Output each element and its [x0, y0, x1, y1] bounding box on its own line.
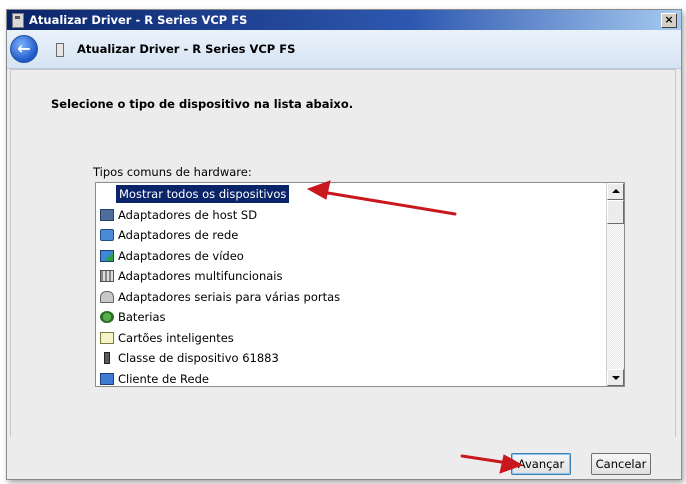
- list-item-label: Baterias: [118, 310, 166, 324]
- back-arrow-icon[interactable]: ←: [10, 35, 38, 63]
- title-bar: Atualizar Driver - R Series VCP FS ×: [7, 10, 681, 30]
- list-item-label: Adaptadores de host SD: [118, 207, 258, 222]
- list-item-label: Cliente de Rede: [118, 371, 209, 386]
- device-icon: [56, 43, 64, 57]
- list-item-smart-cards[interactable]: Cartões inteligentes: [96, 328, 601, 349]
- wizard-header: ← Atualizar Driver - R Series VCP FS: [7, 30, 681, 69]
- wizard-footer: Avançar Cancelar: [7, 437, 681, 479]
- update-driver-window: Atualizar Driver - R Series VCP FS × ← A…: [6, 9, 682, 480]
- list-item-label: Adaptadores multifuncionais: [118, 269, 283, 283]
- list-item-label: Adaptadores de rede: [118, 228, 239, 242]
- multifunction-icon: [100, 270, 114, 282]
- scroll-down-button[interactable]: [607, 369, 624, 386]
- list-item-label: Adaptadores seriais para várias portas: [118, 289, 341, 304]
- list-item-label: Classe de dispositivo 61883: [118, 351, 279, 365]
- scroll-thumb[interactable]: [607, 200, 624, 224]
- list-item-label: Cartões inteligentes: [118, 330, 234, 345]
- battery-icon: [100, 311, 114, 323]
- network-adapter-icon: [100, 229, 114, 241]
- wizard-title: Atualizar Driver - R Series VCP FS: [77, 42, 296, 56]
- cancel-button[interactable]: Cancelar: [591, 453, 651, 475]
- list-item-video-adapters[interactable]: Adaptadores de vídeo: [96, 246, 601, 267]
- hardware-types-list[interactable]: Mostrar todos os dispositivos Adaptadore…: [95, 182, 625, 387]
- list-item-device-class-61883[interactable]: Classe de dispositivo 61883: [96, 348, 601, 369]
- next-button[interactable]: Avançar: [511, 453, 571, 475]
- list-item-network-adapters[interactable]: Adaptadores de rede: [96, 225, 601, 246]
- vertical-scrollbar[interactable]: [606, 183, 624, 386]
- device-class-icon: [104, 352, 110, 364]
- sd-host-icon: [100, 208, 114, 221]
- device-icon: [12, 13, 24, 28]
- scroll-up-button[interactable]: [607, 183, 624, 200]
- list-item-label: Mostrar todos os dispositivos: [116, 185, 290, 203]
- serial-port-icon: [100, 290, 114, 303]
- wizard-content: Selecione o tipo de dispositivo na lista…: [10, 69, 676, 438]
- hardware-types-label: Tipos comuns de hardware:: [93, 165, 252, 179]
- list-item-sd-host-adapters[interactable]: Adaptadores de host SD: [96, 205, 601, 226]
- list-item-label: Adaptadores de vídeo: [118, 248, 244, 263]
- video-adapter-icon: [100, 249, 114, 262]
- instruction-text: Selecione o tipo de dispositivo na lista…: [51, 97, 354, 111]
- window-title: Atualizar Driver - R Series VCP FS: [29, 13, 248, 27]
- close-button[interactable]: ×: [661, 13, 677, 28]
- list-item-show-all-devices[interactable]: Mostrar todos os dispositivos: [96, 184, 601, 205]
- list-item-network-client[interactable]: Cliente de Rede: [96, 369, 601, 387]
- list-item-multifunction-adapters[interactable]: Adaptadores multifuncionais: [96, 266, 601, 287]
- smart-card-icon: [100, 331, 114, 344]
- list-item-multiport-serial-adapters[interactable]: Adaptadores seriais para várias portas: [96, 287, 601, 308]
- network-client-icon: [100, 372, 114, 385]
- list-item-batteries[interactable]: Baterias: [96, 307, 601, 328]
